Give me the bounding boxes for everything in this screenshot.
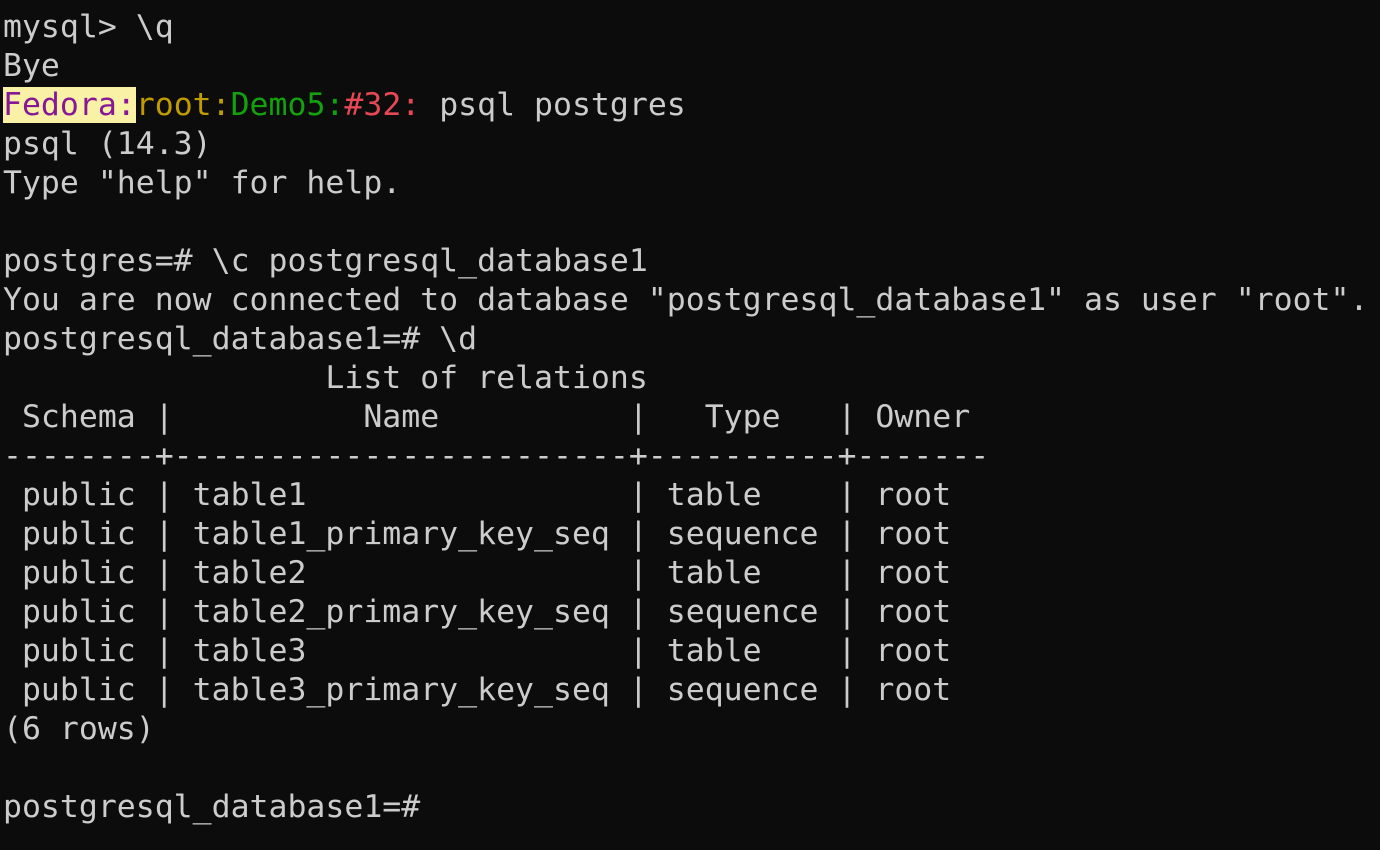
terminal-line: psql (14.3) xyxy=(3,126,212,162)
table-row: public | table3_primary_key_seq | sequen… xyxy=(3,672,952,708)
terminal-line: mysql> \q xyxy=(3,9,174,45)
prompt-command: psql postgres xyxy=(420,87,686,123)
terminal-line: Type "help" for help. xyxy=(3,165,402,201)
table-title: List of relations xyxy=(3,360,648,396)
table-row: public | table2_primary_key_seq | sequen… xyxy=(3,594,952,630)
table-row: public | table2 | table | root xyxy=(3,555,952,591)
terminal-line: postgresql_database1=# \d xyxy=(3,321,478,357)
table-divider: --------+------------------------+------… xyxy=(3,438,990,474)
prompt-host: Fedora: xyxy=(3,87,136,123)
prompt-user: root: xyxy=(135,87,231,123)
command-input-line[interactable]: postgresql_database1=# xyxy=(3,788,1380,827)
prompt-directory: Demo5: xyxy=(230,87,345,123)
terminal-line: Bye xyxy=(3,48,60,84)
table-row: public | table1 | table | root xyxy=(3,477,952,513)
table-row: public | table3 | table | root xyxy=(3,633,952,669)
table-footer: (6 rows) xyxy=(3,711,155,747)
terminal-window[interactable]: mysql> \q Bye Fedora:root:Demo5:#32: psq… xyxy=(0,0,1380,850)
table-row: public | table1_primary_key_seq | sequen… xyxy=(3,516,952,552)
table-header: Schema | Name | Type | Owner xyxy=(3,399,971,435)
prompt-history-number: #32: xyxy=(344,87,421,123)
terminal-line: postgres=# \c postgresql_database1 xyxy=(3,243,648,279)
terminal-line: You are now connected to database "postg… xyxy=(3,282,1369,318)
shell-prompt-line: Fedora:root:Demo5:#32: psql postgres xyxy=(3,86,1380,125)
